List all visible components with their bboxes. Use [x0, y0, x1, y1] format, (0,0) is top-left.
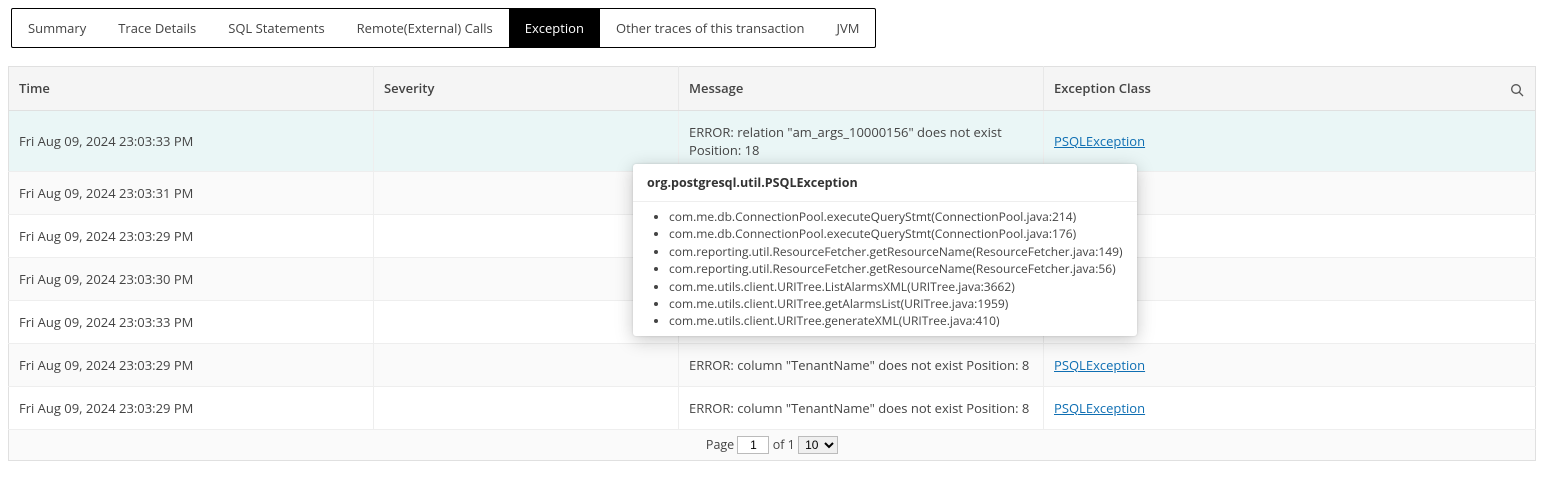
- cell-time: Fri Aug 09, 2024 23:03:30 PM: [9, 257, 374, 300]
- cell-exception-class: PSQLException: [1044, 343, 1536, 386]
- exception-class-link[interactable]: PSQLException: [1054, 132, 1145, 150]
- cell-time: Fri Aug 09, 2024 23:03:29 PM: [9, 386, 374, 429]
- cell-severity: [374, 110, 679, 171]
- cell-time: Fri Aug 09, 2024 23:03:33 PM: [9, 300, 374, 343]
- cell-exception-class: PSQLException: [1044, 110, 1536, 171]
- stack-frame: com.reporting.util.ResourceFetcher.getRe…: [669, 243, 1127, 260]
- table-row[interactable]: Fri Aug 09, 2024 23:03:33 PM ERROR: relat…: [9, 110, 1536, 171]
- col-header-severity[interactable]: Severity: [374, 67, 679, 111]
- cell-severity: [374, 386, 679, 429]
- exception-class-link[interactable]: PSQLException: [1054, 356, 1145, 374]
- cell-time: Fri Aug 09, 2024 23:03:33 PM: [9, 110, 374, 171]
- pager-of-label: of 1: [773, 436, 795, 453]
- stack-frame: com.me.db.ConnectionPool.executeQueryStm…: [669, 208, 1127, 225]
- col-header-exception-class[interactable]: Exception Class: [1044, 67, 1536, 111]
- tab-other-traces-of-this-transaction[interactable]: Other traces of this transaction: [600, 9, 821, 47]
- exception-class-label: Exception Class: [1054, 79, 1151, 97]
- tab-exception[interactable]: Exception: [509, 9, 600, 47]
- tooltip-title: org.postgresql.util.PSQLException: [633, 164, 1137, 202]
- table-row[interactable]: Fri Aug 09, 2024 23:03:29 PM ERROR: colum…: [9, 386, 1536, 429]
- stack-frame: com.me.utils.client.URITree.getAlarmsLis…: [669, 295, 1127, 312]
- cell-severity: [374, 343, 679, 386]
- exception-class-link[interactable]: PSQLException: [1054, 399, 1145, 417]
- search-icon[interactable]: [1509, 79, 1525, 98]
- col-header-time[interactable]: Time: [9, 67, 374, 111]
- pager-page-input[interactable]: [737, 436, 769, 454]
- tab-summary[interactable]: Summary: [12, 9, 102, 47]
- pager-page-label: Page: [706, 436, 734, 453]
- cell-time: Fri Aug 09, 2024 23:03:31 PM: [9, 171, 374, 214]
- table-row[interactable]: Fri Aug 09, 2024 23:03:29 PM ERROR: colum…: [9, 343, 1536, 386]
- stacktrace-tooltip: org.postgresql.util.PSQLException com.me…: [633, 164, 1137, 336]
- pager-size-select[interactable]: 10: [798, 436, 838, 454]
- tab-sql-statements[interactable]: SQL Statements: [212, 9, 340, 47]
- cell-exception-class: PSQLException: [1044, 386, 1536, 429]
- stack-frame: com.me.db.ConnectionPool.executeQueryStm…: [669, 225, 1127, 242]
- tab-trace-details[interactable]: Trace Details: [102, 9, 212, 47]
- cell-time: Fri Aug 09, 2024 23:03:29 PM: [9, 214, 374, 257]
- pager: Page of 1 10: [8, 430, 1536, 461]
- cell-message: ERROR: column "TenantName" does not exis…: [679, 386, 1044, 429]
- col-header-message[interactable]: Message: [679, 67, 1044, 111]
- cell-time: Fri Aug 09, 2024 23:03:29 PM: [9, 343, 374, 386]
- tab-remote-external-calls[interactable]: Remote(External) Calls: [341, 9, 509, 47]
- stack-frame: com.me.utils.client.URITree.generateXML(…: [669, 312, 1127, 329]
- cell-message: ERROR: column "TenantName" does not exis…: [679, 343, 1044, 386]
- stack-frame: com.reporting.util.ResourceFetcher.getRe…: [669, 260, 1127, 277]
- tab-jvm[interactable]: JVM: [820, 9, 875, 47]
- tabbar: SummaryTrace DetailsSQL StatementsRemote…: [11, 8, 876, 48]
- cell-message: ERROR: relation "am_args_10000156" does …: [679, 110, 1044, 171]
- tooltip-body[interactable]: com.me.db.ConnectionPool.executeQueryStm…: [633, 202, 1137, 336]
- stack-frame: com.me.utils.client.URITree.ListAlarmsXM…: [669, 278, 1127, 295]
